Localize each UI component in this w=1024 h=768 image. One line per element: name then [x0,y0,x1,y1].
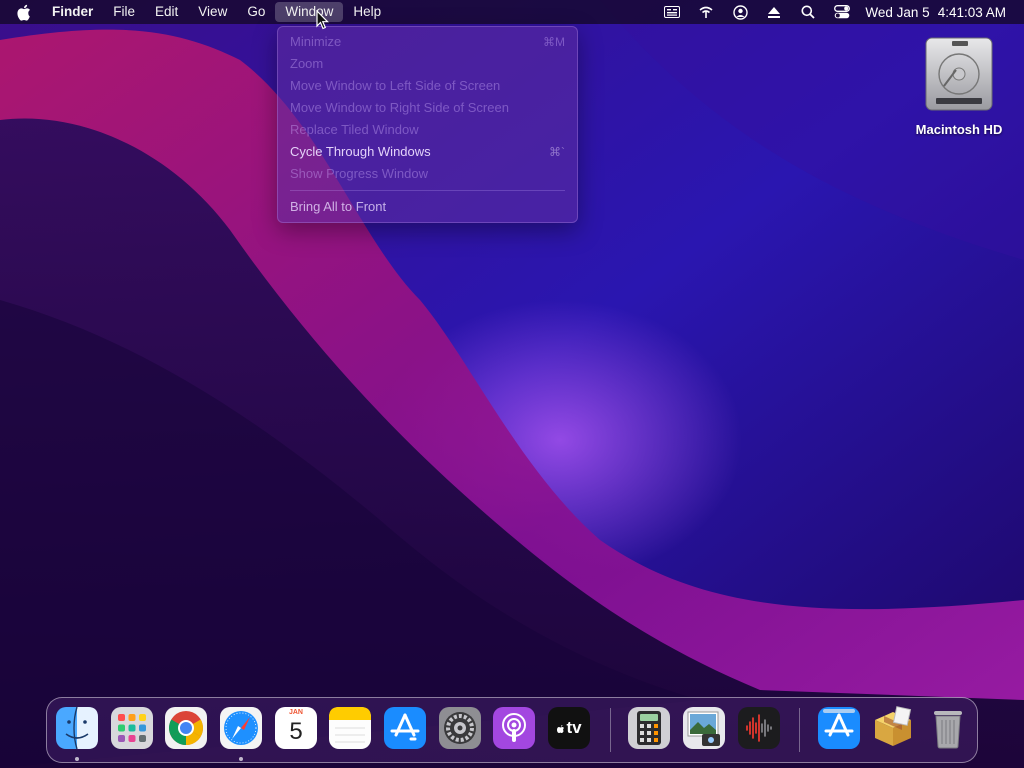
running-indicator [75,757,79,761]
menu-separator [290,190,565,191]
menu-help[interactable]: Help [343,2,391,22]
running-indicator [239,757,243,761]
menu-item-bring-all-to-front[interactable]: Bring All to Front [290,196,565,218]
wifi-icon[interactable] [689,0,723,24]
search-icon[interactable] [791,0,825,24]
podcasts-icon[interactable] [492,706,536,750]
dock-divider [610,708,611,752]
preview-icon[interactable] [682,706,726,750]
menu-item-label: Zoom [290,56,324,71]
menu-edit[interactable]: Edit [145,2,188,22]
menu-item-label: Cycle Through Windows [290,144,431,159]
menu-item-label: Move Window to Right Side of Screen [290,100,509,115]
dock-divider [799,708,800,752]
menu-app-finder[interactable]: Finder [42,2,103,22]
menu-item-label: Move Window to Left Side of Screen [290,78,501,93]
finder-icon[interactable] [55,706,99,750]
voice-memos-icon[interactable] [737,706,781,750]
keyboard-input-icon[interactable] [655,0,689,24]
control-center-icon[interactable] [825,0,859,24]
desktop-disk-macintosh-hd[interactable]: Macintosh HD [904,34,1014,137]
menu-item-label: Bring All to Front [290,199,387,214]
installer-package-icon[interactable] [871,706,915,750]
app-store-downloads-icon[interactable] [817,706,861,750]
chrome-icon[interactable] [164,706,208,750]
disk-label: Macintosh HD [915,122,1003,137]
mouse-cursor-icon [316,9,330,30]
menubar-clock[interactable]: Wed Jan 5 4:41:03 AM [865,5,1006,20]
clock-date: Wed Jan 5 [865,4,930,20]
menu-item-label: Minimize [290,34,342,49]
hard-drive-icon [920,34,998,114]
user-account-icon[interactable] [723,0,757,24]
calculator-icon[interactable] [627,706,671,750]
trash-icon[interactable] [926,706,970,750]
menu-item-cycle-windows[interactable]: Cycle Through Windows ⌘` [290,141,565,163]
calendar-month: JAN [288,709,303,716]
launchpad-icon[interactable] [110,706,154,750]
menu-item-replace-tiled: Replace Tiled Window [290,119,565,141]
apple-menu-icon[interactable] [14,3,32,21]
menu-item-move-right: Move Window to Right Side of Screen [290,97,565,119]
eject-icon[interactable] [757,0,791,24]
menu-item-shortcut: ⌘M [543,35,565,49]
menu-item-zoom: Zoom [290,53,565,75]
menu-view[interactable]: View [188,2,237,22]
apple-tv-label: tv [566,718,582,737]
system-preferences-icon[interactable] [438,706,482,750]
menu-window[interactable]: Window [275,2,344,22]
notes-icon[interactable] [328,706,372,750]
calendar-day: 5 [289,718,303,745]
menu-item-shortcut: ⌘` [549,145,565,159]
menu-bar: Finder File Edit View Go Window Help Wed… [0,0,1024,24]
clock-time: 4:41:03 AM [937,4,1006,20]
menu-item-show-progress: Show Progress Window [290,163,565,185]
menu-item-move-left: Move Window to Left Side of Screen [290,75,565,97]
menu-item-minimize: Minimize ⌘M [290,31,565,53]
dock: JAN 5 tv [46,697,978,763]
menu-item-label: Show Progress Window [290,166,428,181]
calendar-icon[interactable]: JAN 5 [274,706,318,750]
menu-go[interactable]: Go [237,2,275,22]
safari-icon[interactable] [219,706,263,750]
window-menu-dropdown: Minimize ⌘M Zoom Move Window to Left Sid… [277,26,578,223]
apple-tv-icon[interactable]: tv [547,706,591,750]
app-store-icon[interactable] [383,706,427,750]
menu-file[interactable]: File [103,2,145,22]
menu-item-label: Replace Tiled Window [290,122,419,137]
